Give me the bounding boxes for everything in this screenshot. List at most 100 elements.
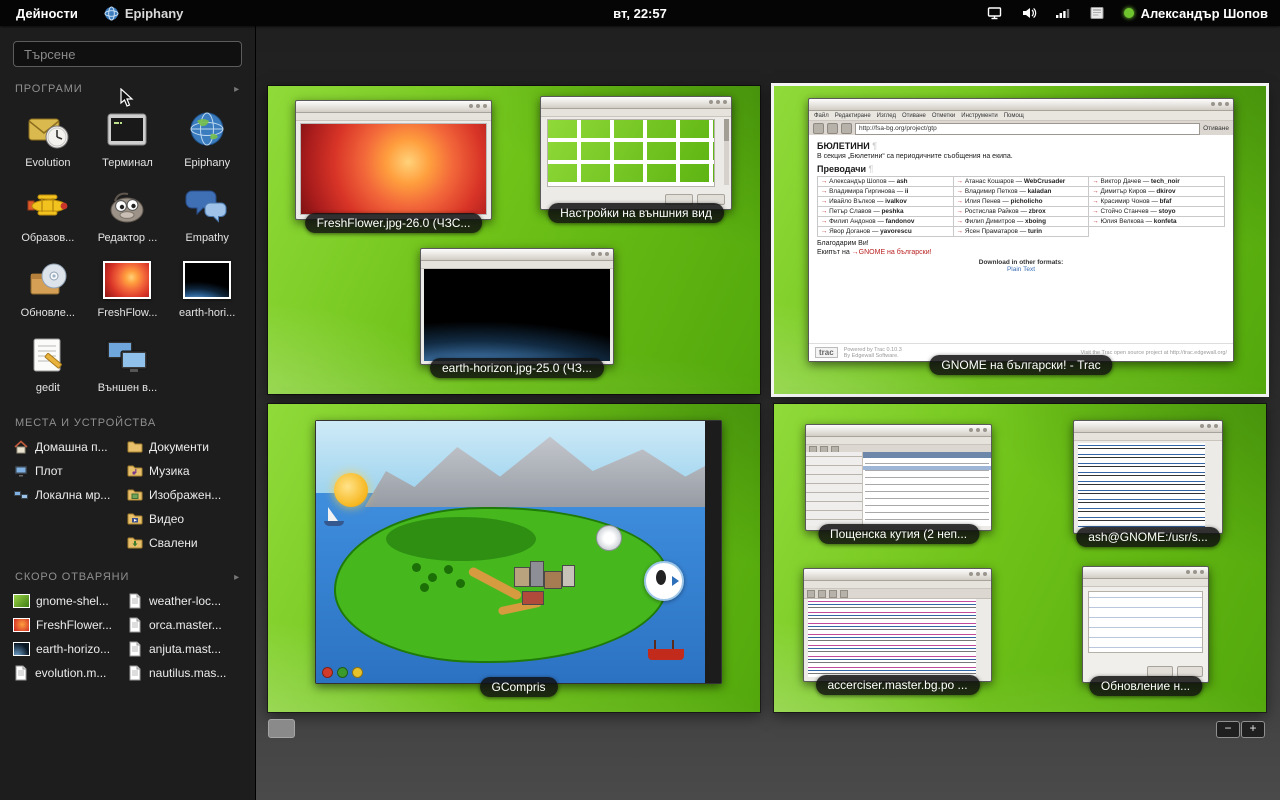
window-title-pill: FreshFlower.jpg-26.0 (ЧЗС... xyxy=(305,213,483,233)
recent-item-evolution-file[interactable]: evolution.m... xyxy=(13,661,127,685)
window-earth-horizon[interactable]: earth-horizon.jpg-25.0 (ЧЗ... xyxy=(420,248,614,365)
window-mail[interactable]: Пощенска кутия (2 неп... xyxy=(805,424,992,531)
recent-expand-arrow-icon[interactable]: ▸ xyxy=(234,572,240,583)
menu-item[interactable]: Файл xyxy=(814,113,829,119)
translator-name[interactable]: Филип Димитров xyxy=(965,218,1015,225)
translator-name[interactable]: Петър Славов xyxy=(829,208,871,215)
place-item-videos[interactable]: Видео xyxy=(127,507,241,531)
workspace-4[interactable]: Пощенска кутия (2 неп... ash@GNOME:/usr/… xyxy=(774,404,1266,712)
workspace-remove-button[interactable]: − xyxy=(1216,721,1240,738)
programs-expand-arrow-icon[interactable]: ▸ xyxy=(234,84,240,95)
tree-icon xyxy=(420,583,429,592)
search-input[interactable] xyxy=(22,46,233,63)
translator-name[interactable]: Ивайло Вълков xyxy=(829,198,875,205)
recent-item-earth-horizon[interactable]: earth-horizo... xyxy=(13,637,127,661)
forward-button[interactable] xyxy=(827,123,838,134)
search-box[interactable] xyxy=(13,41,242,67)
scrollbar[interactable] xyxy=(724,119,729,185)
app-item-empathy[interactable]: Empathy xyxy=(168,176,246,249)
app-item-gedit[interactable]: gedit xyxy=(9,326,87,399)
app-item-gcompris[interactable]: Образов... xyxy=(9,176,87,249)
translator-name[interactable]: Илия Пенев xyxy=(965,198,1001,205)
window-update[interactable]: Обновление н... xyxy=(1082,566,1209,683)
window-freshflower[interactable]: FreshFlower.jpg-26.0 (ЧЗС... xyxy=(295,100,492,220)
translator-name[interactable]: Виктор Дачев xyxy=(1101,178,1141,185)
translator-name[interactable]: Владимир Петков xyxy=(965,188,1018,195)
display-icon[interactable] xyxy=(986,5,1003,21)
mail-folder-list xyxy=(806,452,863,526)
update-package-list xyxy=(1088,591,1203,653)
app-item-freshflower[interactable]: FreshFlow... xyxy=(89,251,167,324)
app-label: gedit xyxy=(36,382,60,394)
network-signal-icon[interactable] xyxy=(1055,5,1071,21)
translator-nick: ash xyxy=(897,178,908,185)
window-browser-trac[interactable]: Файл Редактиране Изглед Отиване Отметки … xyxy=(808,98,1234,362)
sun-icon xyxy=(334,473,368,507)
place-item-documents[interactable]: Документи xyxy=(127,435,241,459)
volume-icon[interactable] xyxy=(1021,5,1037,21)
menu-item[interactable]: Отметки xyxy=(932,113,955,119)
workspace-3[interactable]: GCompris xyxy=(268,404,760,712)
translator-name[interactable]: Александър Шопов xyxy=(829,178,886,185)
translator-nick: xboing xyxy=(1025,218,1046,225)
app-item-software-update[interactable]: Обновле... xyxy=(9,251,87,324)
translator-name[interactable]: Юлия Велкова xyxy=(1101,218,1144,225)
window-gcompris[interactable]: GCompris xyxy=(315,420,722,684)
app-item-displays[interactable]: Външен в... xyxy=(89,326,167,399)
clock[interactable]: вт, 22:57 xyxy=(613,6,667,21)
tux-badge-icon[interactable] xyxy=(644,561,684,601)
recent-label: anjuta.mast... xyxy=(149,642,221,656)
window-appearance-settings[interactable]: Настройки на външния вид xyxy=(540,96,732,210)
recent-item-freshflower[interactable]: FreshFlower... xyxy=(13,613,127,637)
address-bar[interactable]: http://fsa-bg.org/project/gtp xyxy=(855,123,1200,135)
window-terminal[interactable]: ash@GNOME:/usr/s... xyxy=(1073,420,1223,534)
menu-item[interactable]: Отиване xyxy=(902,113,926,119)
workspace-1[interactable]: FreshFlower.jpg-26.0 (ЧЗС... Настройки н… xyxy=(268,86,760,394)
team-link[interactable]: GNOME на български! xyxy=(859,249,932,256)
workspace-add-button[interactable]: + xyxy=(1241,721,1265,738)
app-item-gimp[interactable]: Редактор ... xyxy=(89,176,167,249)
recent-item-gnome-shell[interactable]: gnome-shel... xyxy=(13,589,127,613)
place-item-music[interactable]: Музика xyxy=(127,459,241,483)
translator-name[interactable]: Стойчо Станчев xyxy=(1101,208,1149,215)
plain-text-link[interactable]: Plain Text xyxy=(817,266,1225,273)
menu-item[interactable]: Редактиране xyxy=(835,113,871,119)
place-item-desktop[interactable]: Плот xyxy=(13,459,127,483)
translator-name[interactable]: Явор Доганов xyxy=(829,228,870,235)
place-item-pictures[interactable]: Изображен... xyxy=(127,483,241,507)
recent-item-anjuta[interactable]: anjuta.mast... xyxy=(127,637,241,661)
window-po-editor[interactable]: accerciser.master.bg.po ... xyxy=(803,568,992,682)
workspace-indicator[interactable] xyxy=(268,719,295,738)
user-menu[interactable]: Александър Шопов xyxy=(1124,6,1268,21)
focused-app-menu[interactable]: Epiphany xyxy=(104,6,184,21)
link-arrow-icon: → xyxy=(852,249,859,256)
place-item-downloads[interactable]: Свалени xyxy=(127,531,241,555)
workspace-2-active[interactable]: Файл Редактиране Изглед Отиване Отметки … xyxy=(774,86,1266,394)
reload-button[interactable] xyxy=(841,123,852,134)
menu-item[interactable]: Изглед xyxy=(877,113,896,119)
activities-button[interactable]: Дейности xyxy=(10,3,84,24)
recent-item-orca[interactable]: orca.master... xyxy=(127,613,241,637)
translator-nick: fandonov xyxy=(886,218,915,225)
translator-name[interactable]: Ясен Праматаров xyxy=(965,228,1018,235)
go-button[interactable]: Отиване xyxy=(1203,125,1229,132)
place-item-home[interactable]: Домашна п... xyxy=(13,435,127,459)
app-item-epiphany[interactable]: Epiphany xyxy=(168,101,246,174)
translator-name[interactable]: Красимир Чонов xyxy=(1101,198,1150,205)
translator-name[interactable]: Атанас Кошаров xyxy=(965,178,1014,185)
recent-item-weather-loc[interactable]: weather-loc... xyxy=(127,589,241,613)
gcompris-controls[interactable] xyxy=(322,667,363,678)
place-item-local-network[interactable]: Локална мр... xyxy=(13,483,127,507)
back-button[interactable] xyxy=(813,123,824,134)
link-arrow-icon: → xyxy=(821,228,827,235)
translator-name[interactable]: Владимира Гиргинова xyxy=(829,188,895,195)
translator-name[interactable]: Филип Андонов xyxy=(829,218,876,225)
app-item-earth-horizon[interactable]: earth-hori... xyxy=(168,251,246,324)
keyboard-input-icon[interactable] xyxy=(1089,5,1106,21)
translator-name[interactable]: Димитър Киров xyxy=(1101,188,1147,195)
menu-item[interactable]: Инструменти xyxy=(961,113,997,119)
app-item-evolution[interactable]: Evolution xyxy=(9,101,87,174)
translator-name[interactable]: Ростислав Райков xyxy=(965,208,1019,215)
menu-item[interactable]: Помощ xyxy=(1004,113,1024,119)
recent-item-nautilus[interactable]: nautilus.mas... xyxy=(127,661,241,685)
